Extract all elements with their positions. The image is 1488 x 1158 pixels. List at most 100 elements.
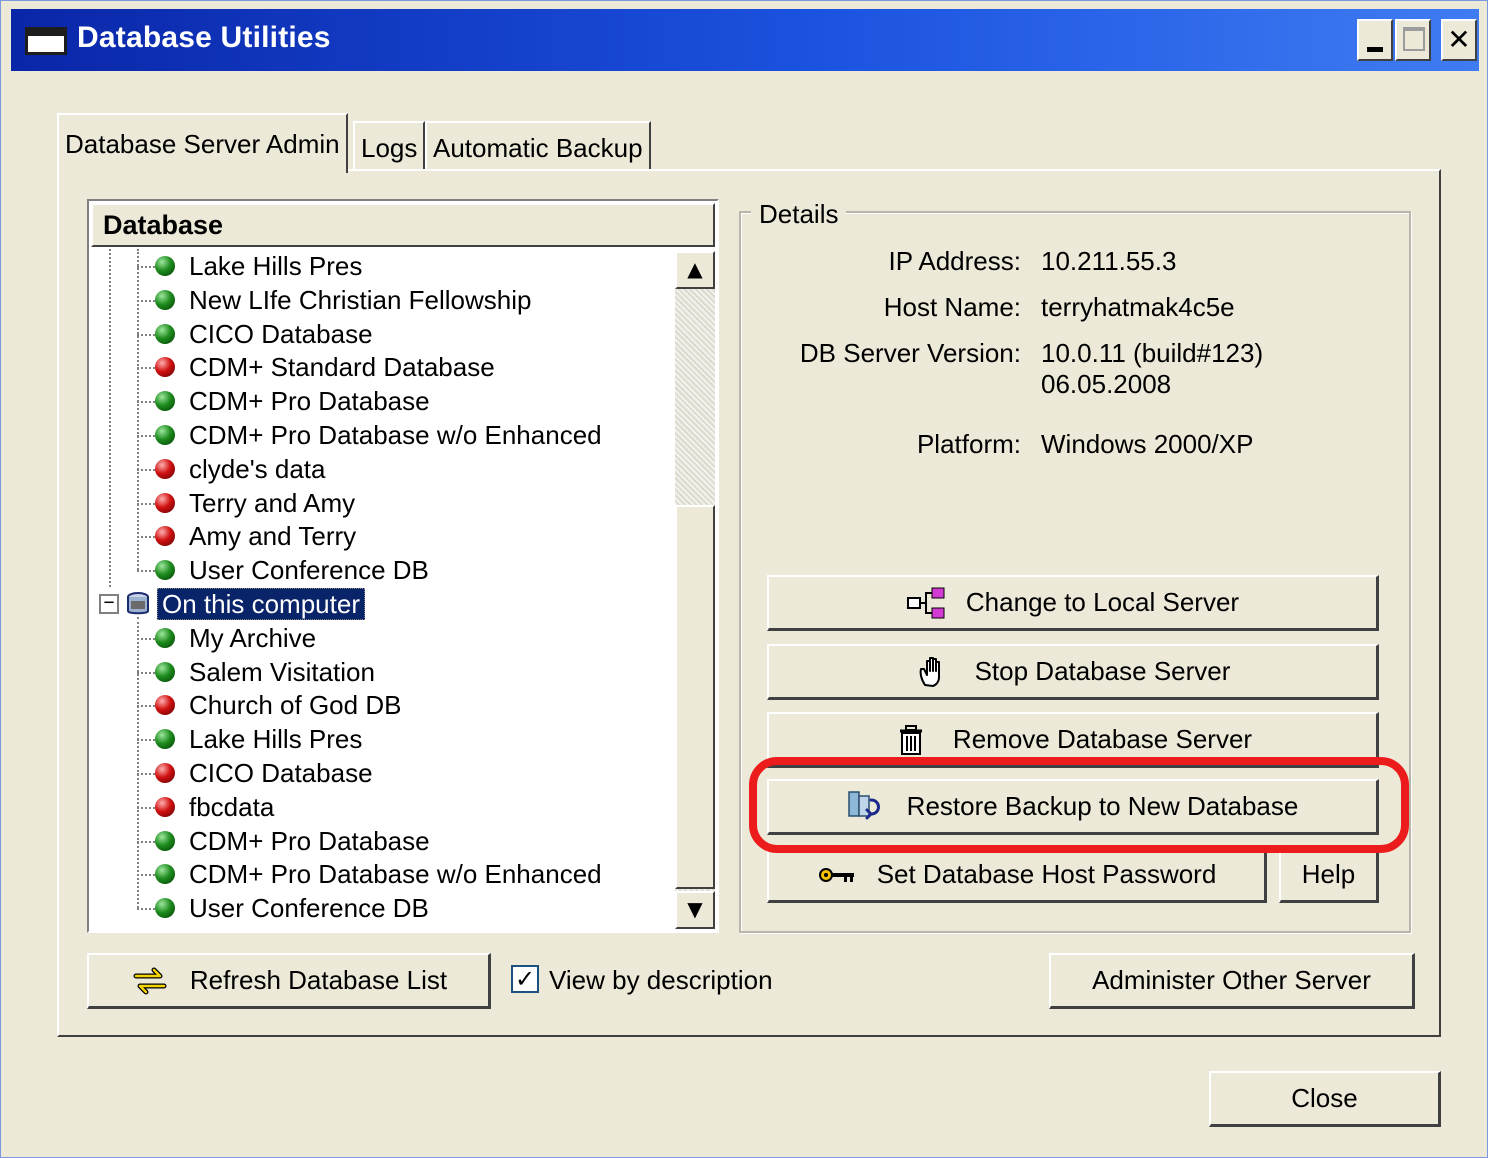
- scroll-up-button[interactable]: ▲: [675, 251, 715, 289]
- ip-address-label: IP Address:: [888, 246, 1022, 276]
- details-legend: Details: [751, 197, 847, 231]
- database-item-label: CDM+ Standard Database: [189, 352, 495, 383]
- database-item-label: Lake Hills Pres: [189, 724, 363, 755]
- database-server-icon: [125, 591, 151, 617]
- platform-label: Platform:: [916, 429, 1021, 459]
- change-to-local-server-label: Change to Local Server: [965, 587, 1240, 617]
- status-red-icon: [155, 695, 175, 716]
- database-list-item[interactable]: Church of God DB: [89, 688, 677, 722]
- database-list-item[interactable]: CDM+ Standard Database: [89, 350, 677, 384]
- db-server-version-date: 06.05.2008: [1041, 369, 1172, 399]
- set-database-host-password-button[interactable]: Set Database Host Password: [767, 847, 1267, 903]
- database-list-item[interactable]: Salem Visitation: [89, 655, 677, 689]
- refresh-database-list-label: Refresh Database List: [189, 965, 448, 995]
- database-list-item[interactable]: User Conference DB: [89, 553, 677, 587]
- close-window-button[interactable]: ✕: [1441, 19, 1477, 61]
- database-list-item[interactable]: CICO Database: [89, 317, 677, 351]
- database-list-item[interactable]: Lake Hills Pres: [89, 722, 677, 756]
- restore-backup-to-new-database-button[interactable]: Restore Backup to New Database: [767, 779, 1379, 835]
- close-button[interactable]: Close: [1209, 1071, 1441, 1127]
- status-red-icon: [155, 796, 175, 817]
- close-icon: ✕: [1447, 23, 1471, 56]
- database-list-item[interactable]: Lake Hills Pres: [89, 249, 677, 283]
- remove-database-server-label: Remove Database Server: [952, 724, 1253, 754]
- database-list-item[interactable]: fbcdata: [89, 790, 677, 824]
- database-item-label: Terry and Amy: [189, 487, 356, 518]
- database-list-item[interactable]: Terry and Amy: [89, 486, 677, 520]
- restore-backup-label: Restore Backup to New Database: [906, 791, 1299, 821]
- trash-icon: [893, 723, 933, 757]
- title-bar[interactable]: Database Utilities ✕: [11, 9, 1479, 71]
- status-green-icon: [155, 391, 175, 412]
- database-item-label: CICO Database: [189, 318, 373, 349]
- database-list-item[interactable]: CDM+ Pro Database w/o Enhanced: [89, 418, 677, 452]
- host-name-label: Host Name:: [883, 292, 1021, 322]
- administer-other-server-button[interactable]: Administer Other Server: [1049, 953, 1415, 1009]
- tab-logs[interactable]: Logs: [353, 121, 426, 169]
- status-red-icon: [155, 458, 175, 479]
- tab-database-server-admin[interactable]: Database Server Admin: [57, 113, 348, 173]
- scroll-down-button[interactable]: ▼: [675, 891, 715, 929]
- maximize-button[interactable]: [1395, 19, 1431, 61]
- ip-address-value: 10.211.55.3: [1041, 246, 1177, 276]
- db-server-version-label: DB Server Version:: [799, 338, 1021, 368]
- database-item-label: CDM+ Pro Database: [189, 386, 430, 417]
- change-to-local-server-button[interactable]: Change to Local Server: [767, 575, 1379, 631]
- network-nodes-icon: [906, 586, 946, 620]
- tree-column-header[interactable]: Database: [91, 203, 715, 247]
- database-item-label: New LIfe Christian Fellowship: [189, 284, 532, 315]
- database-item-label: clyde's data: [189, 453, 326, 484]
- stop-database-server-button[interactable]: Stop Database Server: [767, 644, 1379, 700]
- status-green-icon: [155, 289, 175, 310]
- help-button[interactable]: Help: [1279, 847, 1379, 903]
- maximize-icon: [1403, 27, 1425, 51]
- status-green-icon: [155, 323, 175, 344]
- database-item-label: CDM+ Pro Database w/o Enhanced: [189, 420, 602, 450]
- database-list-item[interactable]: clyde's data: [89, 452, 677, 486]
- database-list-item[interactable]: CICO Database: [89, 756, 677, 790]
- database-restore-icon: [847, 790, 887, 824]
- database-item-label: User Conference DB: [189, 893, 429, 924]
- database-utilities-window: Database Utilities ✕ Database Server Adm…: [0, 0, 1488, 1158]
- status-red-icon: [155, 526, 175, 547]
- stop-database-server-label: Stop Database Server: [974, 656, 1231, 686]
- database-list-item[interactable]: My Archive: [89, 621, 677, 655]
- remove-database-server-button[interactable]: Remove Database Server: [767, 712, 1379, 768]
- key-icon: [817, 858, 857, 892]
- database-item-label: My Archive: [189, 622, 317, 653]
- view-by-description-label[interactable]: View by description: [549, 963, 773, 997]
- on-this-computer-label: On this computer: [157, 588, 365, 620]
- db-server-version-value: 10.0.11 (build#123): [1041, 338, 1264, 368]
- status-red-icon: [155, 357, 175, 378]
- database-list-item[interactable]: CDM+ Pro Database w/o Enhanced: [89, 857, 677, 891]
- tab-automatic-backup[interactable]: Automatic Backup: [425, 121, 651, 169]
- database-list-item[interactable]: User Conference DB: [89, 891, 677, 925]
- status-green-icon: [155, 425, 175, 445]
- database-tree[interactable]: Database Lake Hills Pres New LIfe Christi…: [87, 199, 719, 933]
- status-green-icon: [155, 560, 175, 581]
- database-item-label: Church of God DB: [189, 690, 402, 721]
- database-list-item[interactable]: New LIfe Christian Fellowship: [89, 283, 677, 317]
- view-by-description-checkbox[interactable]: ✓: [511, 965, 539, 993]
- window-app-icon: [25, 27, 67, 55]
- database-item-label: fbcdata: [189, 791, 275, 822]
- tree-scrollbar[interactable]: ▲ ▼: [675, 251, 715, 929]
- status-green-icon: [155, 256, 175, 276]
- database-item-label: CDM+ Pro Database w/o Enhanced: [189, 859, 602, 890]
- minimize-button[interactable]: [1357, 19, 1393, 61]
- status-green-icon: [155, 627, 175, 648]
- status-green-icon: [155, 729, 175, 750]
- scroll-thumb[interactable]: [675, 505, 715, 889]
- refresh-database-list-button[interactable]: Refresh Database List: [87, 953, 491, 1009]
- status-green-icon: [155, 830, 175, 851]
- status-green-icon: [155, 661, 175, 682]
- database-list-item[interactable]: CDM+ Pro Database: [89, 384, 677, 418]
- refresh-icon: [130, 964, 170, 998]
- platform-value: Windows 2000/XP: [1041, 429, 1254, 459]
- database-list-item[interactable]: CDM+ Pro Database: [89, 824, 677, 858]
- database-item-label: Lake Hills Pres: [189, 251, 363, 281]
- hand-stop-icon: [915, 655, 955, 689]
- tree-node-on-this-computer[interactable]: − On this computer: [89, 587, 677, 621]
- collapse-toggle-icon[interactable]: −: [99, 594, 119, 614]
- database-list-item[interactable]: Amy and Terry: [89, 519, 677, 553]
